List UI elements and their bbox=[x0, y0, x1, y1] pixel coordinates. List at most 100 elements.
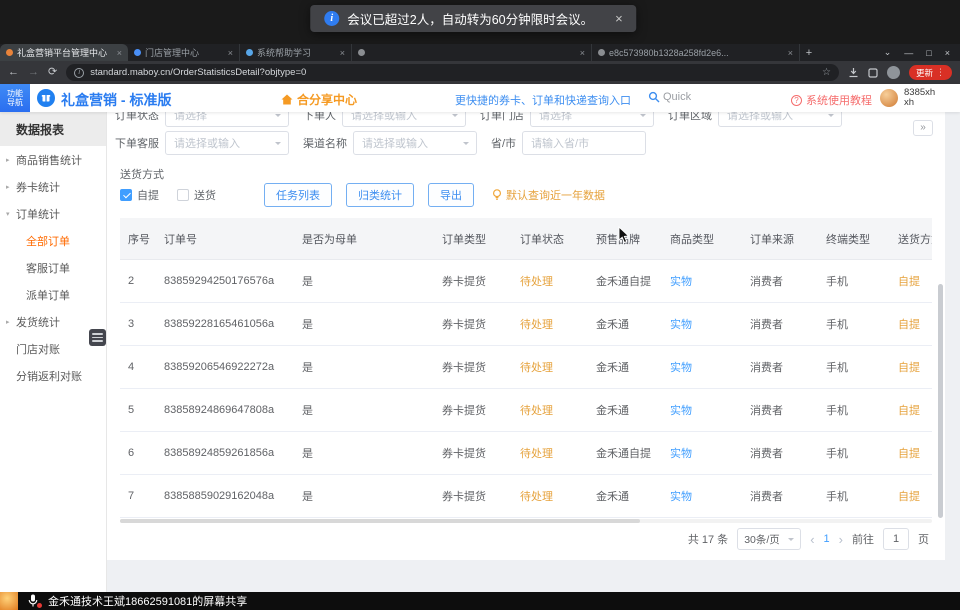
help-icon: ? bbox=[791, 95, 802, 106]
browser-tab[interactable]: × bbox=[352, 44, 592, 61]
filter-group: 下单人请选择或输入 bbox=[303, 112, 466, 127]
search-icon bbox=[648, 91, 660, 103]
cell-status: 待处理 bbox=[512, 402, 588, 418]
url-bar[interactable]: i standard.maboy.cn/OrderStatisticsDetai… bbox=[66, 64, 839, 81]
dock-handle[interactable] bbox=[89, 329, 106, 346]
cell-status: 待处理 bbox=[512, 488, 588, 504]
table-row[interactable]: 283859294250176576a是券卡提货待处理金禾通自提实物消费者手机自… bbox=[120, 260, 932, 303]
share-center-link[interactable]: 合分享中心 bbox=[281, 91, 357, 108]
cell-product_type[interactable]: 实物 bbox=[662, 445, 742, 461]
tab-close-icon[interactable]: × bbox=[228, 48, 233, 58]
delivery-checkboxes: 自提 送货 bbox=[120, 187, 234, 203]
url-text[interactable]: standard.maboy.cn/OrderStatisticsDetail?… bbox=[90, 67, 816, 78]
button-任务列表[interactable]: 任务列表 bbox=[264, 183, 332, 207]
tab-search-icon[interactable]: ⌄ bbox=[884, 47, 892, 58]
tab-close-icon[interactable]: × bbox=[788, 48, 793, 58]
cell-product_type[interactable]: 实物 bbox=[662, 359, 742, 375]
filter-select[interactable]: 请选择或输入 bbox=[342, 112, 466, 127]
browser-profile-avatar[interactable] bbox=[887, 66, 900, 79]
extensions-icon[interactable] bbox=[868, 68, 878, 78]
tab-close-icon[interactable]: × bbox=[117, 48, 122, 58]
browser-menu-icon[interactable]: ⋮ bbox=[936, 67, 945, 78]
screen-share-bar: 金禾通技术王斌18662591081的屏幕共享 bbox=[0, 592, 960, 610]
sidebar-item-派单订单[interactable]: 派单订单 bbox=[0, 281, 106, 308]
sidebar-item-商品销售统计[interactable]: ▸商品销售统计 bbox=[0, 146, 106, 173]
browser-tab[interactable]: e8c573980b1328a258fd2e6...× bbox=[592, 44, 800, 61]
button-归类统计[interactable]: 归类统计 bbox=[346, 183, 414, 207]
next-page-icon[interactable]: › bbox=[839, 532, 843, 547]
filter-input[interactable]: 请输入省/市 bbox=[522, 131, 646, 155]
minimize-icon[interactable]: — bbox=[904, 48, 913, 58]
maximize-icon[interactable]: □ bbox=[926, 48, 931, 58]
browser-tab[interactable]: 礼盒营销平台管理中心× bbox=[0, 44, 128, 61]
table-row[interactable]: 783858859029162048a是券卡提货待处理金禾通实物消费者手机自提 bbox=[120, 475, 932, 518]
quick-search[interactable]: Quick bbox=[648, 91, 691, 103]
collapse-filters-button[interactable]: » bbox=[913, 120, 933, 136]
user-name[interactable]: 8385xh xh bbox=[904, 88, 935, 108]
checkbox-box[interactable] bbox=[177, 189, 189, 201]
sidebar-item-全部订单[interactable]: 全部订单 bbox=[0, 227, 106, 254]
button-导出[interactable]: 导出 bbox=[428, 183, 474, 207]
cell-order_type: 券卡提货 bbox=[434, 445, 512, 461]
page-size-select[interactable]: 30条/页 bbox=[737, 528, 801, 550]
table-row[interactable]: 683858924859261856a是券卡提货待处理金禾通自提实物消费者手机自… bbox=[120, 432, 932, 475]
filter-row-1: 订单状态请选择下单人请选择或输入订单门店请选择订单区域请选择或输入 bbox=[115, 112, 842, 127]
prev-page-icon[interactable]: ‹ bbox=[810, 532, 814, 547]
cell-order_type: 券卡提货 bbox=[434, 316, 512, 332]
filter-label: 渠道名称 bbox=[303, 135, 347, 151]
back-icon[interactable]: ← bbox=[8, 67, 19, 78]
table-row[interactable]: 383859228165461056a是券卡提货待处理金禾通实物消费者手机自提 bbox=[120, 303, 932, 346]
function-nav-toggle[interactable]: 功能 导航 bbox=[0, 84, 30, 112]
site-info-icon[interactable]: i bbox=[74, 68, 84, 78]
sidebar-item-label: 客服订单 bbox=[26, 260, 70, 276]
table-vertical-scrollbar[interactable] bbox=[938, 284, 943, 518]
filter-group: 下单客服请选择或输入 bbox=[115, 131, 289, 155]
reload-icon[interactable]: ⟳ bbox=[48, 67, 57, 78]
checkbox-送货[interactable]: 送货 bbox=[177, 187, 216, 203]
cell-product_type[interactable]: 实物 bbox=[662, 316, 742, 332]
quick-entry-link[interactable]: 更快捷的券卡、订单和快递查询入口 bbox=[455, 92, 631, 108]
cell-product_type[interactable]: 实物 bbox=[662, 273, 742, 289]
forward-icon[interactable]: → bbox=[28, 67, 39, 78]
filter-select[interactable]: 请选择 bbox=[530, 112, 654, 127]
cell-order_no: 83859206546922272a bbox=[156, 361, 294, 373]
sidebar-item-订单统计[interactable]: ▾订单统计 bbox=[0, 200, 106, 227]
tab-close-icon[interactable]: × bbox=[580, 48, 585, 58]
column-header: 送货方式 bbox=[890, 231, 932, 247]
sidebar-item-客服订单[interactable]: 客服订单 bbox=[0, 254, 106, 281]
download-icon[interactable] bbox=[848, 67, 859, 78]
user-avatar[interactable] bbox=[880, 89, 898, 107]
tutorial-link[interactable]: ? 系统使用教程 bbox=[791, 92, 872, 108]
cell-product_type[interactable]: 实物 bbox=[662, 402, 742, 418]
checkbox-自提[interactable]: 自提 bbox=[120, 187, 159, 203]
cell-brand: 金禾通 bbox=[588, 402, 662, 418]
filter-select[interactable]: 请选择 bbox=[165, 112, 289, 127]
cell-seq: 6 bbox=[120, 447, 156, 459]
checkbox-box[interactable] bbox=[120, 189, 132, 201]
browser-tab[interactable]: 系统帮助学习× bbox=[240, 44, 352, 61]
cell-source: 消费者 bbox=[742, 273, 818, 289]
cell-seq: 4 bbox=[120, 361, 156, 373]
toast-close-icon[interactable]: × bbox=[615, 11, 623, 26]
tab-close-icon[interactable]: × bbox=[340, 48, 345, 58]
bookmark-star-icon[interactable]: ☆ bbox=[822, 67, 831, 78]
goto-page-input[interactable]: 1 bbox=[883, 528, 909, 550]
current-page[interactable]: 1 bbox=[824, 533, 830, 545]
filter-select[interactable]: 请选择或输入 bbox=[165, 131, 289, 155]
cell-brand: 金禾通 bbox=[588, 488, 662, 504]
filter-select[interactable]: 请选择或输入 bbox=[353, 131, 477, 155]
table-row[interactable]: 483859206546922272a是券卡提货待处理金禾通实物消费者手机自提 bbox=[120, 346, 932, 389]
table-row[interactable]: 583858924869647808a是券卡提货待处理金禾通实物消费者手机自提 bbox=[120, 389, 932, 432]
sidebar-item-券卡统计[interactable]: ▸券卡统计 bbox=[0, 173, 106, 200]
filter-select[interactable]: 请选择或输入 bbox=[718, 112, 842, 127]
close-icon[interactable]: × bbox=[945, 48, 950, 58]
cell-source: 消费者 bbox=[742, 316, 818, 332]
new-tab-button[interactable]: + bbox=[800, 44, 818, 61]
share-user-avatar bbox=[0, 592, 18, 610]
browser-tab[interactable]: 门店管理中心× bbox=[128, 44, 240, 61]
cell-product_type[interactable]: 实物 bbox=[662, 488, 742, 504]
sidebar-item-分销返利对账[interactable]: 分销返利对账 bbox=[0, 362, 106, 389]
browser-update-chip[interactable]: 更新 ⋮ bbox=[909, 65, 952, 80]
cell-delivery: 自提 bbox=[890, 359, 932, 375]
table-horizontal-scrollbar[interactable] bbox=[120, 519, 932, 523]
